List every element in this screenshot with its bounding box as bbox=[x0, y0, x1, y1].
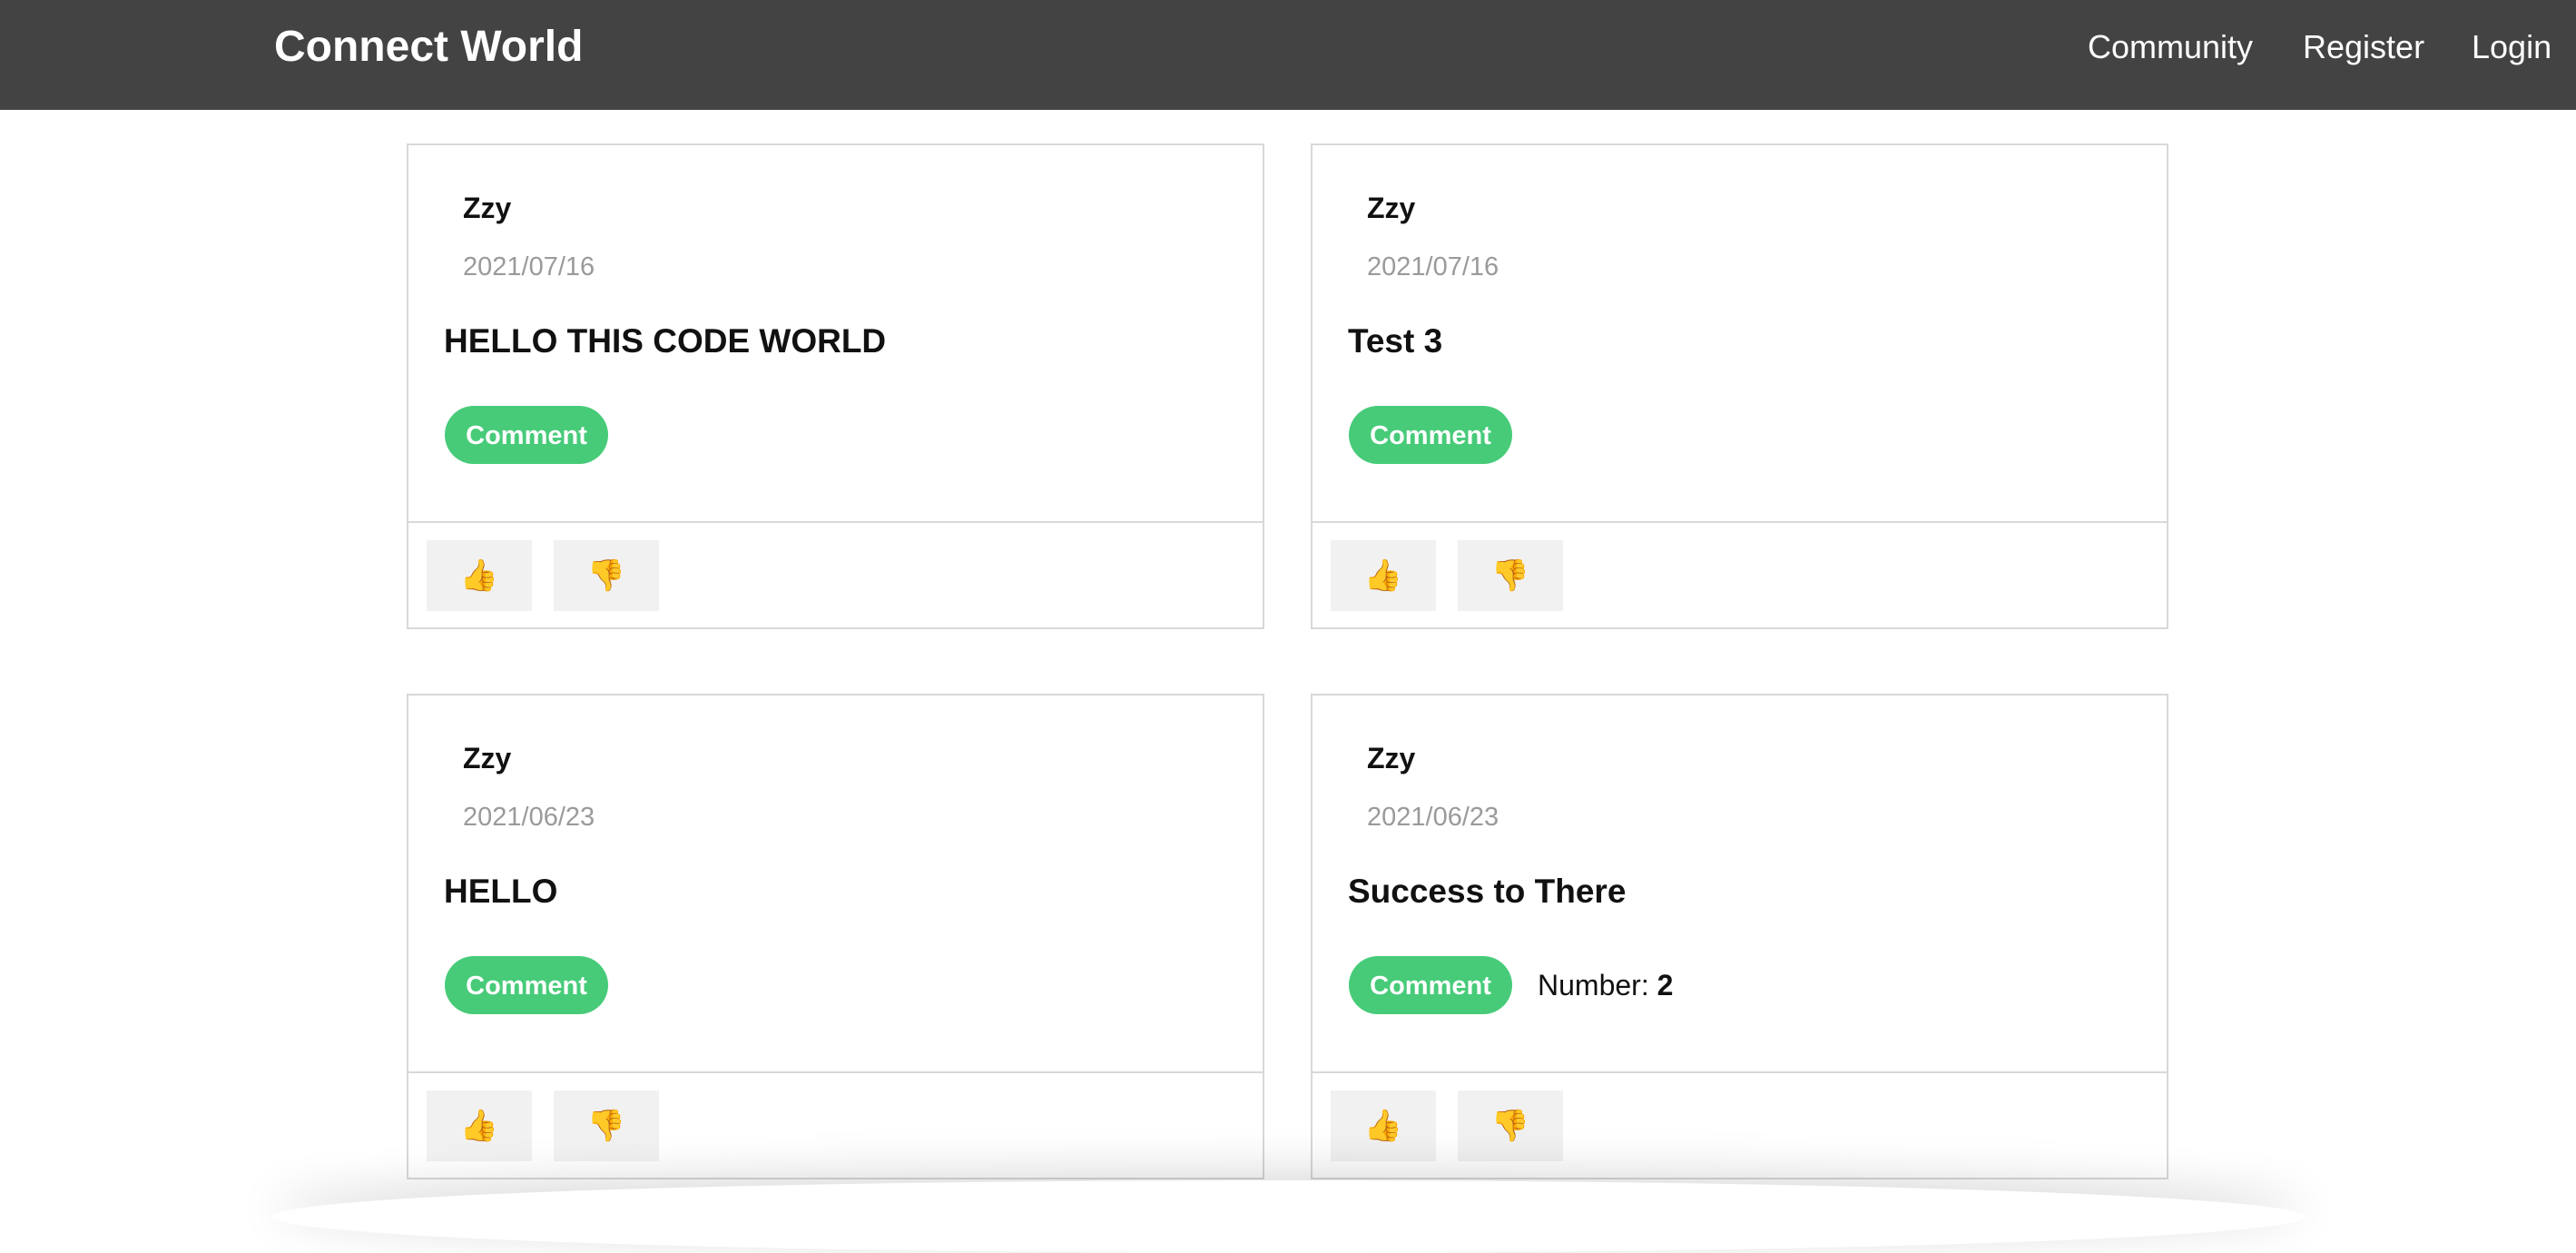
comment-count-label: Number: bbox=[1538, 969, 1649, 1001]
post-date: 2021/06/23 bbox=[1367, 803, 1499, 832]
post-card-footer: 👍 👎 bbox=[408, 521, 1263, 629]
post-date: 2021/07/16 bbox=[1367, 252, 1499, 281]
comment-button[interactable]: Comment bbox=[445, 956, 608, 1014]
top-navigation-bar: Connect World Community Register Login bbox=[0, 0, 2576, 110]
post-date: 2021/06/23 bbox=[463, 803, 595, 832]
comment-count: Number: 2 bbox=[1538, 966, 1673, 1004]
comment-button[interactable]: Comment bbox=[445, 406, 608, 464]
thumbs-up-icon[interactable]: 👍 bbox=[1331, 540, 1436, 611]
post-card: Zzy 2021/06/23 Success to There Comment … bbox=[1311, 694, 2168, 1179]
thumbs-up-icon[interactable]: 👍 bbox=[427, 1090, 532, 1161]
post-title: HELLO bbox=[444, 873, 558, 910]
thumbs-down-icon[interactable]: 👎 bbox=[554, 540, 659, 611]
nav-link-register[interactable]: Register bbox=[2303, 24, 2424, 71]
thumbs-up-icon[interactable]: 👍 bbox=[427, 540, 532, 611]
post-date: 2021/07/16 bbox=[463, 252, 595, 281]
post-card: Zzy 2021/07/16 Test 3 Comment 👍 👎 bbox=[1311, 143, 2168, 629]
post-author: Zzy bbox=[463, 192, 512, 224]
bottom-panel-shadow bbox=[272, 1180, 2306, 1253]
comment-button[interactable]: Comment bbox=[1349, 406, 1512, 464]
brand-title[interactable]: Connect World bbox=[274, 20, 583, 74]
post-card-footer: 👍 👎 bbox=[408, 1071, 1263, 1179]
comment-count-value: 2 bbox=[1657, 969, 1674, 1001]
post-card-footer: 👍 👎 bbox=[1313, 1071, 2167, 1179]
post-title: HELLO THIS CODE WORLD bbox=[444, 322, 887, 360]
thumbs-down-icon[interactable]: 👎 bbox=[1458, 540, 1563, 611]
post-card: Zzy 2021/06/23 HELLO Comment 👍 👎 bbox=[407, 694, 1264, 1179]
post-card: Zzy 2021/07/16 HELLO THIS CODE WORLD Com… bbox=[407, 143, 1264, 629]
comment-button[interactable]: Comment bbox=[1349, 956, 1512, 1014]
post-card-footer: 👍 👎 bbox=[1313, 521, 2167, 629]
post-title: Success to There bbox=[1348, 873, 1627, 910]
thumbs-down-icon[interactable]: 👎 bbox=[1458, 1090, 1563, 1161]
nav-link-login[interactable]: Login bbox=[2472, 24, 2551, 71]
thumbs-down-icon[interactable]: 👎 bbox=[554, 1090, 659, 1161]
post-author: Zzy bbox=[1367, 192, 1416, 224]
thumbs-up-icon[interactable]: 👍 bbox=[1331, 1090, 1436, 1161]
post-author: Zzy bbox=[463, 742, 512, 774]
nav-link-community[interactable]: Community bbox=[2088, 24, 2253, 71]
post-author: Zzy bbox=[1367, 742, 1416, 774]
post-title: Test 3 bbox=[1348, 322, 1443, 360]
